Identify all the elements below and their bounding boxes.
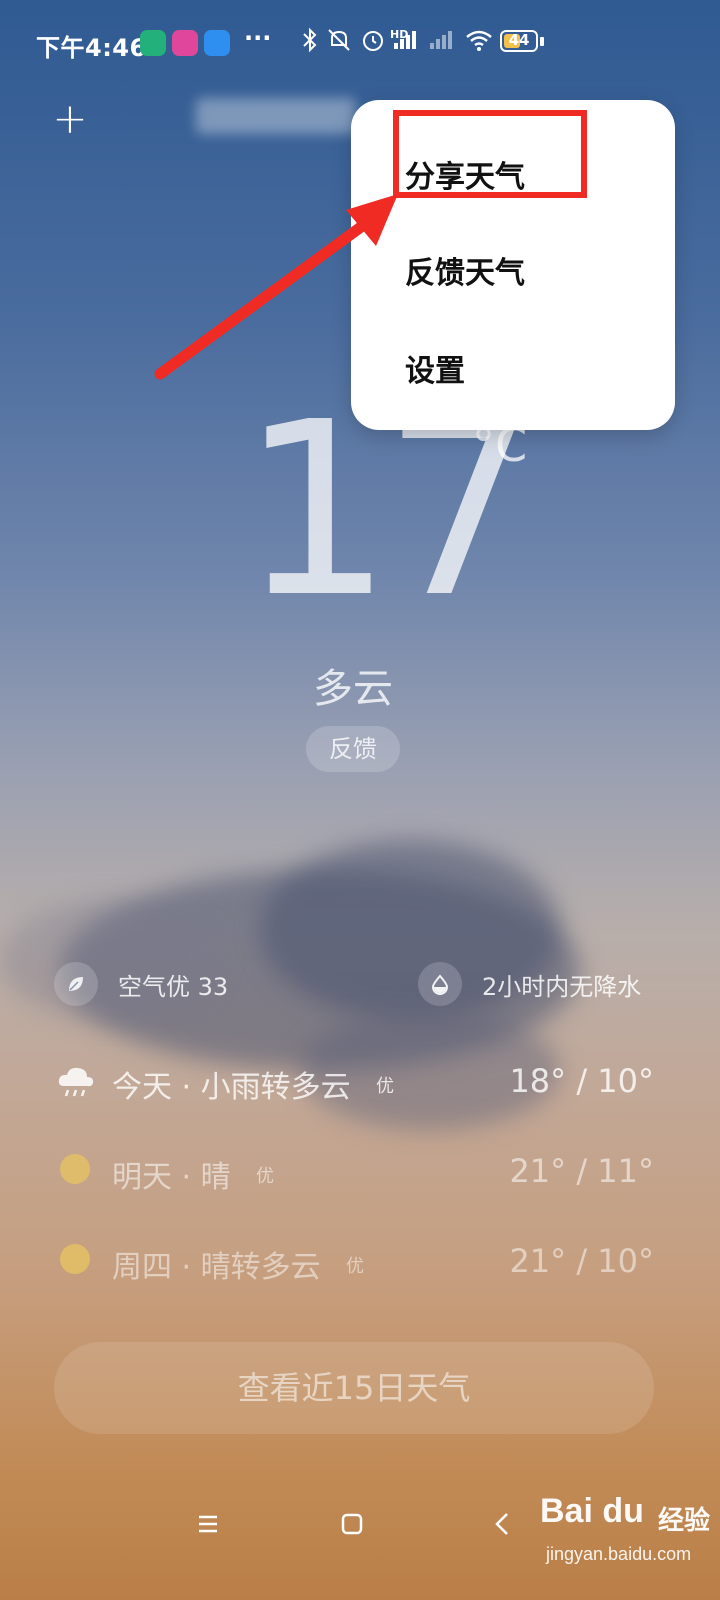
leaf-icon bbox=[54, 962, 98, 1006]
status-time: 下午4:46 bbox=[36, 34, 147, 62]
battery-tip bbox=[540, 37, 544, 46]
signal-hd-icon: HD bbox=[390, 27, 420, 61]
forecast-day-label: 今天 · 小雨转多云 bbox=[112, 1070, 351, 1105]
add-city-button[interactable]: + bbox=[50, 96, 90, 142]
menu-icon bbox=[199, 1515, 217, 1533]
signal-icon bbox=[428, 27, 458, 61]
forecast-row-thursday[interactable]: 周四 · 晴转多云 优 21° / 10° bbox=[0, 1234, 706, 1285]
forecast-temperature-range: 21° / 11° bbox=[509, 1152, 654, 1190]
water-drop-icon bbox=[418, 962, 462, 1006]
shield-app-icon bbox=[140, 30, 166, 56]
bluetooth-icon bbox=[300, 27, 320, 61]
blue-app-icon bbox=[204, 30, 230, 56]
sun-icon bbox=[60, 1244, 90, 1274]
forecast-row-tomorrow[interactable]: 明天 · 晴 优 21° / 11° bbox=[0, 1144, 706, 1195]
mute-icon bbox=[326, 27, 352, 61]
precipitation-forecast[interactable]: 2小时内无降水 bbox=[482, 967, 641, 1002]
sun-icon bbox=[60, 1154, 90, 1184]
air-quality-badge: 优 bbox=[376, 1076, 394, 1097]
menu-item-settings[interactable]: 设置 bbox=[405, 346, 465, 390]
forecast-day-label: 周四 · 晴转多云 bbox=[112, 1250, 321, 1285]
status-more-dots: ··· bbox=[244, 24, 272, 52]
city-name-blurred bbox=[196, 98, 356, 134]
back-button[interactable] bbox=[472, 1502, 532, 1546]
recent-apps-button[interactable] bbox=[178, 1502, 238, 1546]
network-type-label: HD bbox=[390, 28, 409, 41]
highlight-box bbox=[393, 110, 587, 198]
view-15-day-forecast-button[interactable]: 查看近15日天气 bbox=[54, 1342, 654, 1434]
pink-app-icon bbox=[172, 30, 198, 56]
battery-level: 44 bbox=[508, 31, 530, 49]
weather-condition: 多云 bbox=[313, 666, 393, 712]
forecast-row-today[interactable]: 今天 · 小雨转多云 优 18° / 10° bbox=[0, 1054, 706, 1105]
alarm-icon bbox=[360, 27, 386, 61]
forecast-temperature-range: 21° / 10° bbox=[509, 1242, 654, 1280]
background-cloud bbox=[0, 900, 220, 1020]
home-square-icon bbox=[341, 1513, 363, 1535]
air-quality-badge: 优 bbox=[346, 1256, 364, 1277]
air-quality[interactable]: 空气优 33 bbox=[118, 967, 228, 1002]
chevron-left-icon bbox=[495, 1513, 508, 1535]
menu-item-feedback-weather[interactable]: 反馈天气 bbox=[405, 248, 525, 292]
feedback-button[interactable]: 反馈 bbox=[306, 726, 400, 772]
watermark-url: jingyan.baidu.com bbox=[546, 1544, 692, 1564]
status-bar: 下午4:46 ··· HD 44 bbox=[0, 0, 720, 86]
home-button[interactable] bbox=[322, 1502, 382, 1546]
wifi-icon bbox=[464, 27, 494, 61]
air-quality-badge: 优 bbox=[256, 1166, 274, 1187]
battery-icon: 44 bbox=[500, 30, 538, 52]
baidu-logo: Bai du bbox=[540, 1492, 644, 1530]
baidu-watermark: Bai du 经验 jingyan.baidu.com bbox=[540, 1492, 710, 1582]
rain-cloud-icon bbox=[56, 1062, 94, 1098]
forecast-temperature-range: 18° / 10° bbox=[509, 1062, 654, 1100]
forecast-day-label: 明天 · 晴 bbox=[112, 1160, 231, 1195]
watermark-brand: 经验 bbox=[658, 1506, 711, 1536]
